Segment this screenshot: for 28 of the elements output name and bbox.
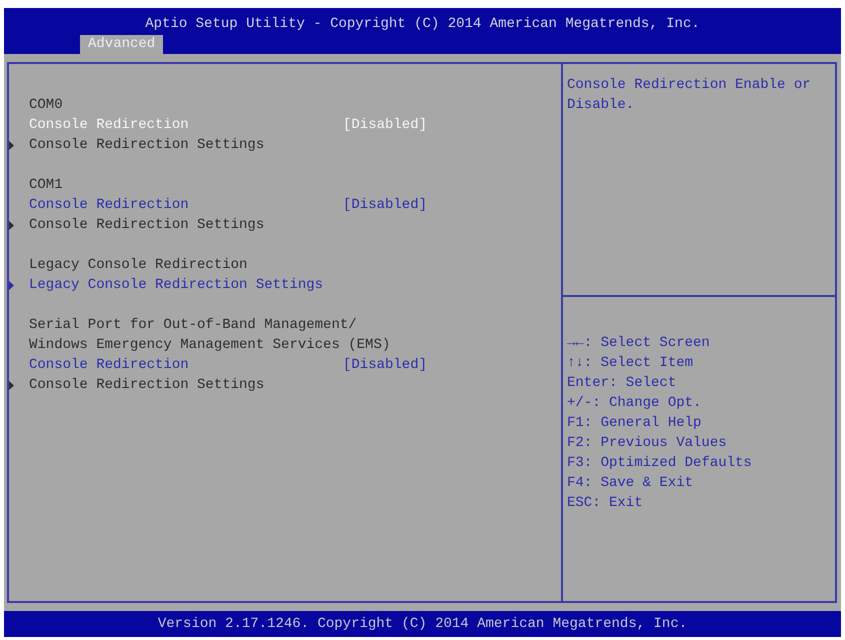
setting-value[interactable]: [Disabled]	[343, 195, 428, 215]
key-hint: F3: Optimized Defaults	[567, 454, 752, 473]
section-heading: COM0	[29, 96, 63, 115]
section-heading: COM1	[29, 176, 63, 195]
key-hint: F4: Save & Exit	[567, 474, 694, 493]
key-hint: →←: Select Screen	[567, 334, 710, 353]
caret-icon	[9, 380, 14, 390]
caret-icon	[9, 280, 14, 290]
key-hint: +/-: Change Opt.	[567, 394, 702, 413]
setting-value[interactable]: [Disabled]	[343, 355, 428, 375]
section-heading: Legacy Console Redirection	[29, 256, 248, 275]
key-hint: F1: General Help	[567, 414, 702, 433]
key-hint: ↑↓: Select Item	[567, 354, 694, 373]
section-heading: Serial Port for Out-of-Band Management/	[29, 316, 357, 335]
section-heading: Windows Emergency Management Services (EMS)	[29, 336, 390, 355]
version-text: Version 2.17.1246. Copyright (C) 2014 American Megatrends, Inc.	[158, 616, 688, 632]
key-hint: Enter: Select	[567, 374, 676, 393]
caret-icon	[9, 140, 14, 150]
window-title: Aptio Setup Utility - Copyright (C) 2014 American Megatrends, Inc.	[145, 16, 700, 32]
submenu-item[interactable]: Legacy Console Redirection Settings	[9, 275, 324, 295]
setting-label[interactable]: Console Redirection	[29, 355, 189, 375]
help-text: Console Redirection Enable or Disable.	[567, 76, 812, 115]
setting-label[interactable]: Console Redirection	[29, 195, 189, 215]
setting-label[interactable]: Console Redirection	[29, 115, 189, 135]
setting-value[interactable]: [Disabled]	[343, 115, 428, 135]
caret-icon	[9, 220, 14, 230]
key-hint: F2: Previous Values	[567, 434, 727, 453]
key-hint: ESC: Exit	[567, 494, 643, 513]
